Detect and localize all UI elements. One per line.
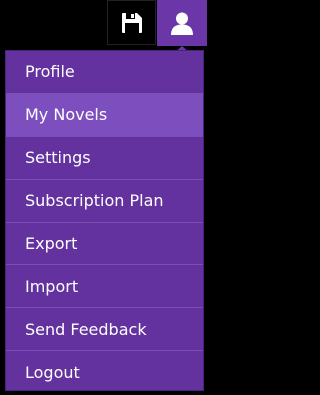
top-bar [0,0,207,46]
menu-item-profile[interactable]: Profile [6,51,203,94]
menu-item-export[interactable]: Export [6,223,203,266]
menu-item-logout[interactable]: Logout [6,351,203,394]
user-icon [170,11,194,35]
menu-item-import[interactable]: Import [6,265,203,309]
menu-item-settings[interactable]: Settings [6,137,203,180]
save-button[interactable] [107,0,156,45]
menu-item-send-feedback[interactable]: Send Feedback [6,308,203,352]
floppy-disk-icon [121,12,143,34]
user-dropdown-menu: Profile My Novels Settings Subscription … [5,50,204,391]
user-menu-button[interactable] [157,0,207,46]
menu-item-subscription-plan[interactable]: Subscription Plan [6,180,203,223]
menu-item-my-novels[interactable]: My Novels [6,93,203,137]
